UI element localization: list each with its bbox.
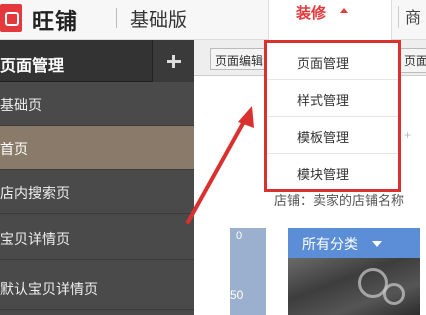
next-menu-tab[interactable]: 商 xyxy=(405,4,421,28)
sidebar-item-label: 宝贝详情页 xyxy=(0,231,70,247)
annotation-arrow-icon xyxy=(186,106,254,224)
shop-name-text: 店铺：卖家的店铺名称 xyxy=(274,193,405,208)
sidebar-item-basic-pages[interactable]: 基础页 xyxy=(0,82,194,126)
menu-item-label: 模板管理 xyxy=(297,130,350,145)
menu-item-label: 样式管理 xyxy=(297,93,350,108)
add-page-button[interactable] xyxy=(152,40,194,82)
logo-icon xyxy=(0,4,22,32)
menu-item-module-management[interactable]: 模块管理 xyxy=(267,154,398,191)
menu-item-label: 模块管理 xyxy=(297,167,350,182)
sidebar-title: 页面管理 xyxy=(0,58,65,75)
ruler-label-0: 0 xyxy=(236,230,243,242)
category-dropdown-label[interactable]: 所有分类 xyxy=(302,234,358,254)
plus-icon: + xyxy=(404,128,412,142)
decorate-dropdown-menu: 页面管理 样式管理 模板管理 模块管理 xyxy=(264,40,401,192)
top-bar: 旺铺 基础版 装修 商 xyxy=(0,0,426,40)
ring-shape xyxy=(383,283,405,305)
page-management-sidebar: 页面管理 基础页 首页 店内搜索页 宝贝详情页 默认宝贝详情页 xyxy=(0,40,194,315)
sidebar-item-default-item-detail[interactable]: 默认宝贝详情页 xyxy=(0,266,194,310)
sidebar-item-home[interactable]: 首页 xyxy=(0,126,194,170)
brand-name: 旺铺 xyxy=(32,9,79,34)
sidebar-item-store-search[interactable]: 店内搜索页 xyxy=(0,170,194,214)
tab-page-edit[interactable]: 页面编辑 xyxy=(210,48,269,70)
brand-divider xyxy=(116,8,117,28)
menu-item-page-management[interactable]: 页面管理 xyxy=(267,43,398,80)
sidebar-item-item-detail[interactable]: 宝贝详情页 xyxy=(0,216,194,260)
sidebar-item-label: 首页 xyxy=(0,141,28,157)
chevron-down-icon xyxy=(372,241,382,247)
sidebar-item-label: 基础页 xyxy=(0,97,42,113)
sidebar-header: 页面管理 xyxy=(0,40,194,82)
menu-item-style-management[interactable]: 样式管理 xyxy=(267,80,398,117)
ruler-label-50: 50 xyxy=(230,288,244,302)
banner-image xyxy=(288,258,420,315)
caret-up-icon xyxy=(340,8,348,13)
menu-item-label: 页面管理 xyxy=(297,56,350,71)
sidebar-item-label: 店内搜索页 xyxy=(0,185,70,201)
decorate-menu-tab[interactable] xyxy=(268,0,392,40)
tab-page[interactable]: 页面 xyxy=(400,48,426,73)
menu-item-template-management[interactable]: 模板管理 xyxy=(267,117,398,154)
edition-label: 基础版 xyxy=(130,10,188,31)
tab-divider xyxy=(398,6,399,28)
decorate-menu-label[interactable]: 装修 xyxy=(296,2,326,23)
sidebar-item-label: 默认宝贝详情页 xyxy=(0,281,98,297)
